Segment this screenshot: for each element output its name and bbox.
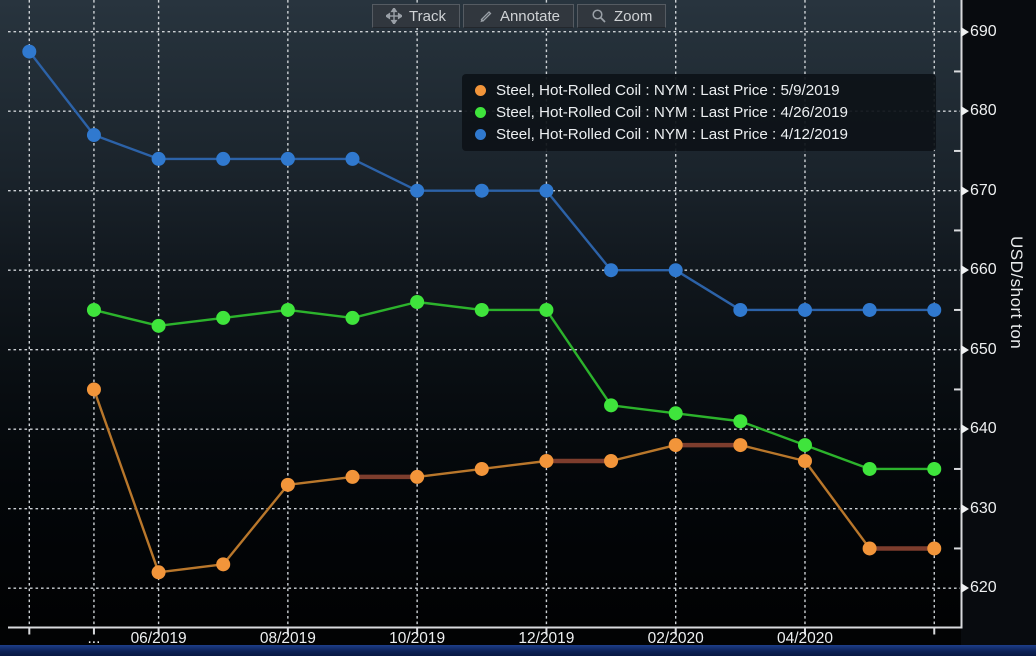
y-tick-label: 690 [961, 21, 997, 43]
legend-swatch-icon [475, 107, 486, 118]
tick-arrow-icon [961, 265, 969, 275]
y-axis-title: USD/short ton [1006, 236, 1026, 349]
tick-arrow-icon [961, 106, 969, 116]
chart-legend: Steel, Hot-Rolled Coil : NYM : Last Pric… [462, 74, 936, 151]
y-tick-label: 620 [961, 577, 997, 599]
y-tick-label: 670 [961, 180, 997, 202]
zoom-button[interactable]: Zoom [577, 4, 666, 28]
zoom-button-label: Zoom [614, 8, 652, 25]
tick-arrow-icon [961, 583, 969, 593]
y-tick-label: 630 [961, 498, 997, 520]
tick-arrow-icon [961, 27, 969, 37]
legend-row[interactable]: Steel, Hot-Rolled Coil : NYM : Last Pric… [462, 123, 936, 145]
legend-swatch-icon [475, 129, 486, 140]
tick-arrow-icon [961, 186, 969, 196]
legend-row[interactable]: Steel, Hot-Rolled Coil : NYM : Last Pric… [462, 79, 936, 101]
legend-label: Steel, Hot-Rolled Coil : NYM : Last Pric… [496, 126, 848, 143]
tick-arrow-icon [961, 345, 969, 355]
chart-toolbar: Track Annotate Zoom [372, 4, 666, 28]
annotate-button[interactable]: Annotate [463, 4, 574, 28]
y-tick-label: 650 [961, 339, 997, 361]
move-crosshair-icon [386, 8, 402, 24]
track-button[interactable]: Track [372, 4, 460, 28]
pencil-icon [477, 8, 493, 24]
legend-label: Steel, Hot-Rolled Coil : NYM : Last Pric… [496, 82, 840, 99]
footer-strip [0, 645, 1036, 656]
tick-arrow-icon [961, 424, 969, 434]
legend-swatch-icon [475, 85, 486, 96]
annotate-button-label: Annotate [500, 8, 560, 25]
track-button-label: Track [409, 8, 446, 25]
tick-arrow-icon [961, 504, 969, 514]
y-tick-label: 660 [961, 259, 997, 281]
legend-label: Steel, Hot-Rolled Coil : NYM : Last Pric… [496, 104, 848, 121]
legend-row[interactable]: Steel, Hot-Rolled Coil : NYM : Last Pric… [462, 101, 936, 123]
magnifier-icon [591, 8, 607, 24]
y-tick-label: 640 [961, 418, 997, 440]
chart-window: 690680670660650640630620 ...06/201908/20… [0, 0, 1036, 656]
y-tick-label: 680 [961, 100, 997, 122]
